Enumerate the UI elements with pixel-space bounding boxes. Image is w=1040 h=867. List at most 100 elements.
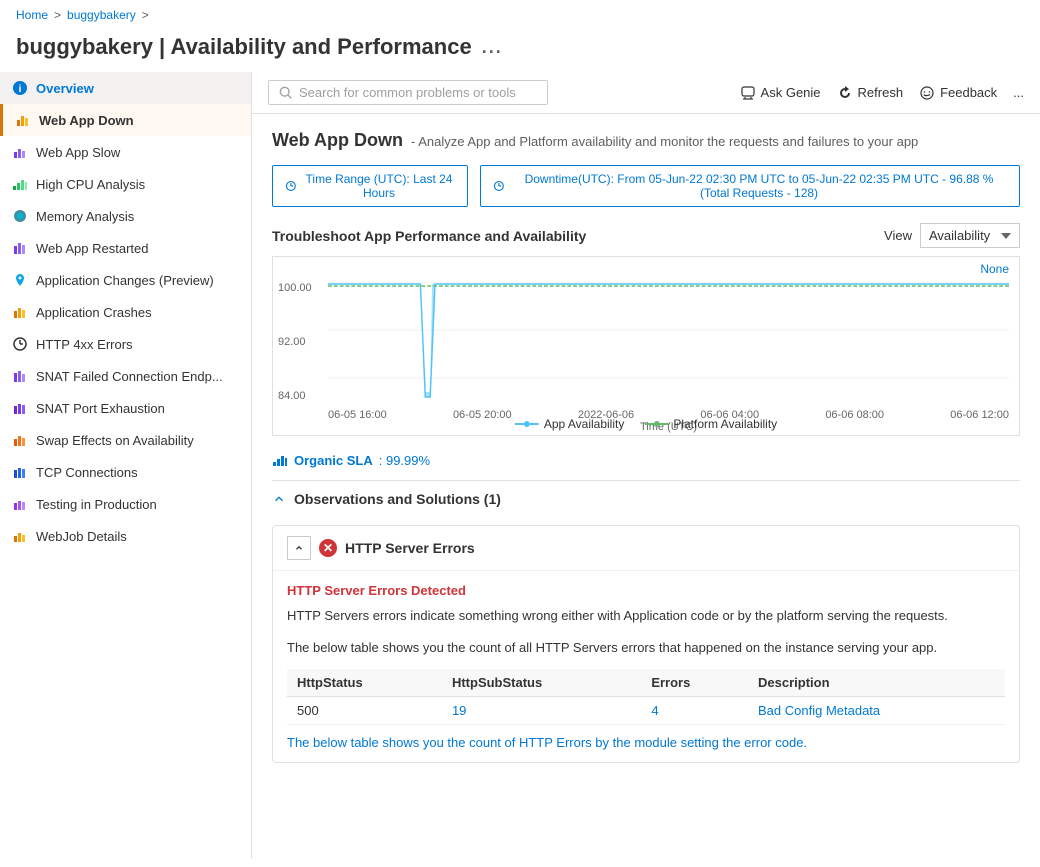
sidebar-label-web-app-down: Web App Down	[39, 113, 134, 128]
breadcrumb-home[interactable]: Home	[16, 8, 48, 22]
snat-port-icon	[12, 400, 28, 416]
breadcrumb: Home > buggybakery >	[0, 0, 1040, 30]
error-card: ✕ HTTP Server Errors HTTP Server Errors …	[272, 525, 1020, 763]
downtime-btn[interactable]: Downtime(UTC): From 05-Jun-22 02:30 PM U…	[480, 165, 1020, 207]
sidebar-item-tcp[interactable]: TCP Connections	[0, 456, 251, 488]
bar-yellow-icon	[15, 112, 31, 128]
chart-section: Troubleshoot App Performance and Availab…	[272, 223, 1020, 436]
bar-purple-icon	[12, 144, 28, 160]
restart-icon	[12, 240, 28, 256]
sidebar-item-memory[interactable]: Memory Analysis	[0, 200, 251, 232]
sla-row: Organic SLA : 99.99%	[272, 452, 1020, 468]
sidebar-label-snat-failed: SNAT Failed Connection Endp...	[36, 369, 223, 384]
sidebar-item-http-errors[interactable]: HTTP 4xx Errors	[0, 328, 251, 360]
sla-label: Organic SLA	[294, 453, 373, 468]
col-description: Description	[748, 669, 1005, 697]
sidebar-item-swap-effects[interactable]: Swap Effects on Availability	[0, 424, 251, 456]
feedback-btn[interactable]: Feedback	[919, 85, 997, 101]
location-icon	[12, 272, 28, 288]
table-header-row: HttpStatus HttpSubStatus Errors Descript…	[287, 669, 1005, 697]
legend-platform-icon	[644, 420, 668, 428]
sidebar-item-snat-port[interactable]: SNAT Port Exhaustion	[0, 392, 251, 424]
error-title: HTTP Server Errors	[345, 540, 475, 556]
refresh-btn[interactable]: Refresh	[837, 85, 904, 101]
main-layout: i Overview Web App Down Web App Slow	[0, 72, 1040, 859]
sidebar-item-web-app-slow[interactable]: Web App Slow	[0, 136, 251, 168]
cell-sub-status[interactable]: 19	[442, 697, 641, 725]
sidebar: i Overview Web App Down Web App Slow	[0, 72, 252, 859]
error-card-header: ✕ HTTP Server Errors	[273, 526, 1019, 571]
section-subtitle: - Analyze App and Platform availability …	[411, 134, 918, 149]
none-link[interactable]: None	[980, 262, 1009, 276]
time-range-label: Time Range (UTC): Last 24 Hours	[303, 172, 456, 200]
crashes-icon	[12, 304, 28, 320]
col-http-status: HttpStatus	[287, 669, 442, 697]
sidebar-label-testing: Testing in Production	[36, 497, 157, 512]
search-box[interactable]: Search for common problems or tools	[268, 80, 548, 105]
time-range-btn[interactable]: Time Range (UTC): Last 24 Hours	[272, 165, 468, 207]
refresh-icon	[837, 85, 853, 101]
sidebar-label-http-errors: HTTP 4xx Errors	[36, 337, 133, 352]
sidebar-label-memory: Memory Analysis	[36, 209, 134, 224]
refresh-label: Refresh	[858, 85, 904, 100]
collapse-btn[interactable]	[287, 536, 311, 560]
cell-status: 500	[287, 697, 442, 725]
snat-failed-icon	[12, 368, 28, 384]
bottom-note-text: The below table shows you the count of H…	[287, 735, 807, 750]
feedback-label: Feedback	[940, 85, 997, 100]
more-btn[interactable]: ...	[1013, 85, 1024, 100]
chevron-up-small-icon	[294, 543, 304, 553]
view-dropdown: View Availability	[884, 223, 1020, 248]
section-header: Web App Down - Analyze App and Platform …	[272, 130, 1020, 151]
sidebar-item-high-cpu[interactable]: High CPU Analysis	[0, 168, 251, 200]
sidebar-label-app-changes: Application Changes (Preview)	[36, 273, 214, 288]
main-content: Web App Down - Analyze App and Platform …	[252, 114, 1040, 859]
sidebar-item-webjob[interactable]: WebJob Details	[0, 520, 251, 552]
chart-legend: App Availability Platform Availability	[515, 417, 777, 431]
toolbar-actions: Ask Genie Refresh Feedback	[740, 85, 1024, 101]
col-errors: Errors	[641, 669, 748, 697]
error-icon: ✕	[319, 539, 337, 557]
chart-header: Troubleshoot App Performance and Availab…	[272, 223, 1020, 248]
sidebar-item-app-changes[interactable]: Application Changes (Preview)	[0, 264, 251, 296]
cell-description[interactable]: Bad Config Metadata	[748, 697, 1005, 725]
clock-icon	[12, 336, 28, 352]
error-body: HTTP Server Errors Detected HTTP Servers…	[273, 571, 1019, 762]
toolbar: Search for common problems or tools Ask …	[252, 72, 1040, 114]
filter-row: Time Range (UTC): Last 24 Hours Downtime…	[272, 165, 1020, 207]
observations-title: Observations and Solutions (1)	[294, 491, 501, 507]
content-area: Search for common problems or tools Ask …	[252, 72, 1040, 859]
downtime-icon	[493, 179, 505, 193]
info-icon: i	[12, 80, 28, 96]
sidebar-item-app-crashes[interactable]: Application Crashes	[0, 296, 251, 328]
downtime-label: Downtime(UTC): From 05-Jun-22 02:30 PM U…	[511, 172, 1007, 200]
sidebar-item-testing[interactable]: Testing in Production	[0, 488, 251, 520]
observations-header[interactable]: Observations and Solutions (1)	[272, 480, 1020, 517]
chevron-up-icon	[272, 492, 286, 506]
page-title-dots[interactable]: ...	[482, 37, 503, 58]
bottom-note: The below table shows you the count of H…	[287, 735, 1005, 750]
sidebar-label-high-cpu: High CPU Analysis	[36, 177, 145, 192]
search-icon	[279, 86, 293, 100]
sidebar-label-snat-port: SNAT Port Exhaustion	[36, 401, 165, 416]
error-desc2: The below table shows you the count of a…	[287, 638, 1005, 658]
sla-chart-icon	[272, 452, 288, 468]
genie-icon	[740, 85, 756, 101]
sidebar-item-overview[interactable]: i Overview	[0, 72, 251, 104]
chart-y-labels: 100.00 92.00 84.00	[278, 282, 312, 402]
bar-green-icon	[12, 176, 28, 192]
cell-errors[interactable]: 4	[641, 697, 748, 725]
sidebar-label-tcp: TCP Connections	[36, 465, 138, 480]
svg-text:i: i	[19, 84, 22, 95]
view-label: View	[884, 228, 912, 243]
chart-svg	[328, 282, 1009, 402]
sidebar-item-web-app-restarted[interactable]: Web App Restarted	[0, 232, 251, 264]
view-select[interactable]: Availability	[920, 223, 1020, 248]
sidebar-item-web-app-down[interactable]: Web App Down	[0, 104, 251, 136]
sidebar-item-snat-failed[interactable]: SNAT Failed Connection Endp...	[0, 360, 251, 392]
ask-genie-btn[interactable]: Ask Genie	[740, 85, 821, 101]
error-desc1: HTTP Servers errors indicate something w…	[287, 606, 1005, 626]
breadcrumb-app[interactable]: buggybakery	[67, 8, 136, 22]
sidebar-label-overview: Overview	[36, 81, 94, 96]
page-title: buggybakery | Availability and Performan…	[16, 34, 472, 60]
